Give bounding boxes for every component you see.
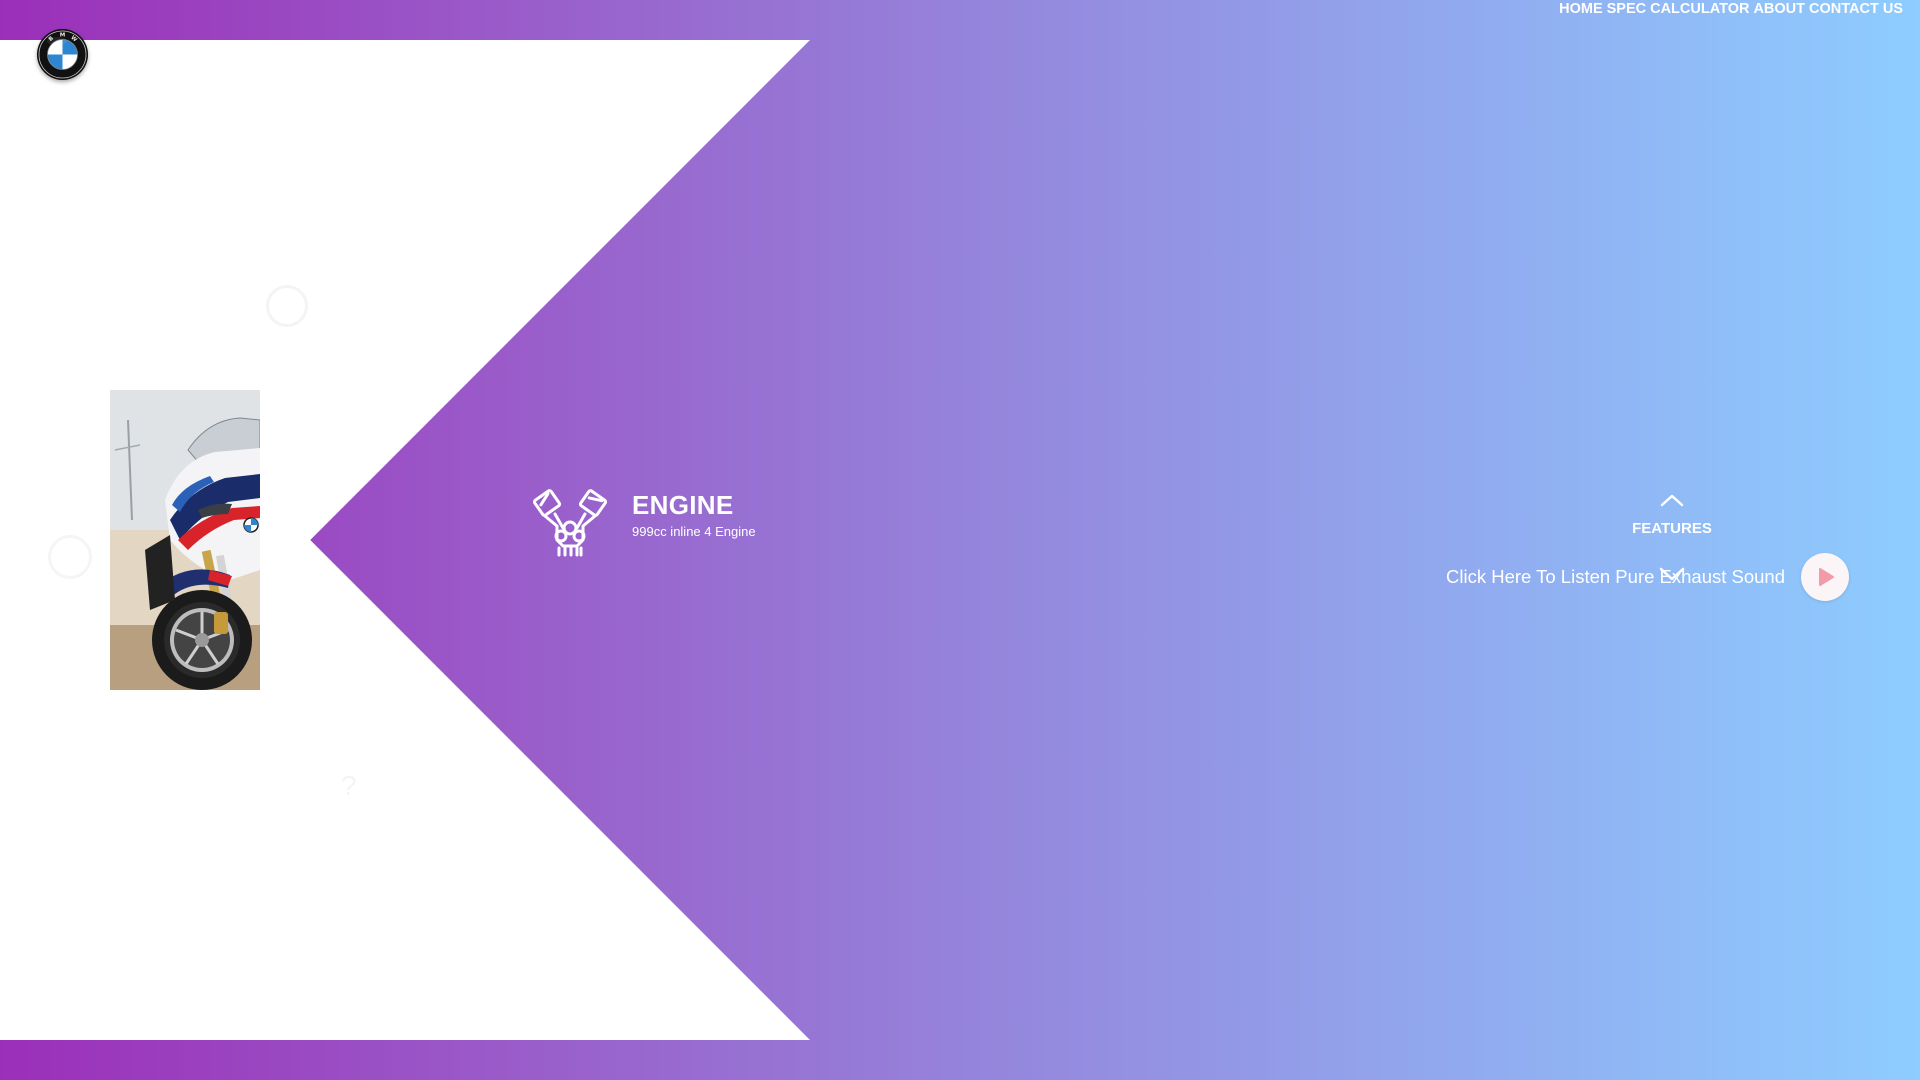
top-nav: HOME SPEC CALCULATOR ABOUT CONTACT US: [1559, 1, 1903, 17]
chevron-down-icon[interactable]: [1658, 566, 1686, 582]
chevron-up-icon[interactable]: [1659, 492, 1685, 508]
feature-block: ENGINE 999cc inline 4 Engine: [533, 488, 756, 558]
play-icon: [1819, 568, 1835, 586]
nav-home-link[interactable]: HOME: [1559, 1, 1603, 17]
nav-calculator-link[interactable]: CALCULATOR: [1650, 1, 1749, 17]
nav-contact-link[interactable]: CONTACT US: [1809, 1, 1903, 17]
nav-about-link[interactable]: ABOUT: [1753, 1, 1805, 17]
decorative-circle-left: [48, 535, 92, 579]
motorcycle-image: [110, 390, 260, 690]
feature-title: ENGINE: [632, 490, 734, 520]
exhaust-sound-label[interactable]: Click Here To Listen Pure Exhaust Sound: [1446, 566, 1785, 588]
features-label: FEATURES: [1632, 520, 1712, 537]
nav-spec-link[interactable]: SPEC: [1607, 1, 1647, 17]
decorative-mark: ?: [341, 770, 357, 801]
features-nav: FEATURES: [1610, 492, 1734, 537]
feature-description: 999cc inline 4 Engine: [632, 524, 756, 539]
play-button[interactable]: [1801, 553, 1850, 601]
exhaust-sound-row: Click Here To Listen Pure Exhaust Sound: [1446, 553, 1850, 601]
bmw-logo-icon[interactable]: B M W: [37, 29, 88, 80]
engine-icon: [533, 489, 607, 557]
feature-text: ENGINE 999cc inline 4 Engine: [632, 488, 756, 539]
decorative-circle: [266, 285, 308, 327]
